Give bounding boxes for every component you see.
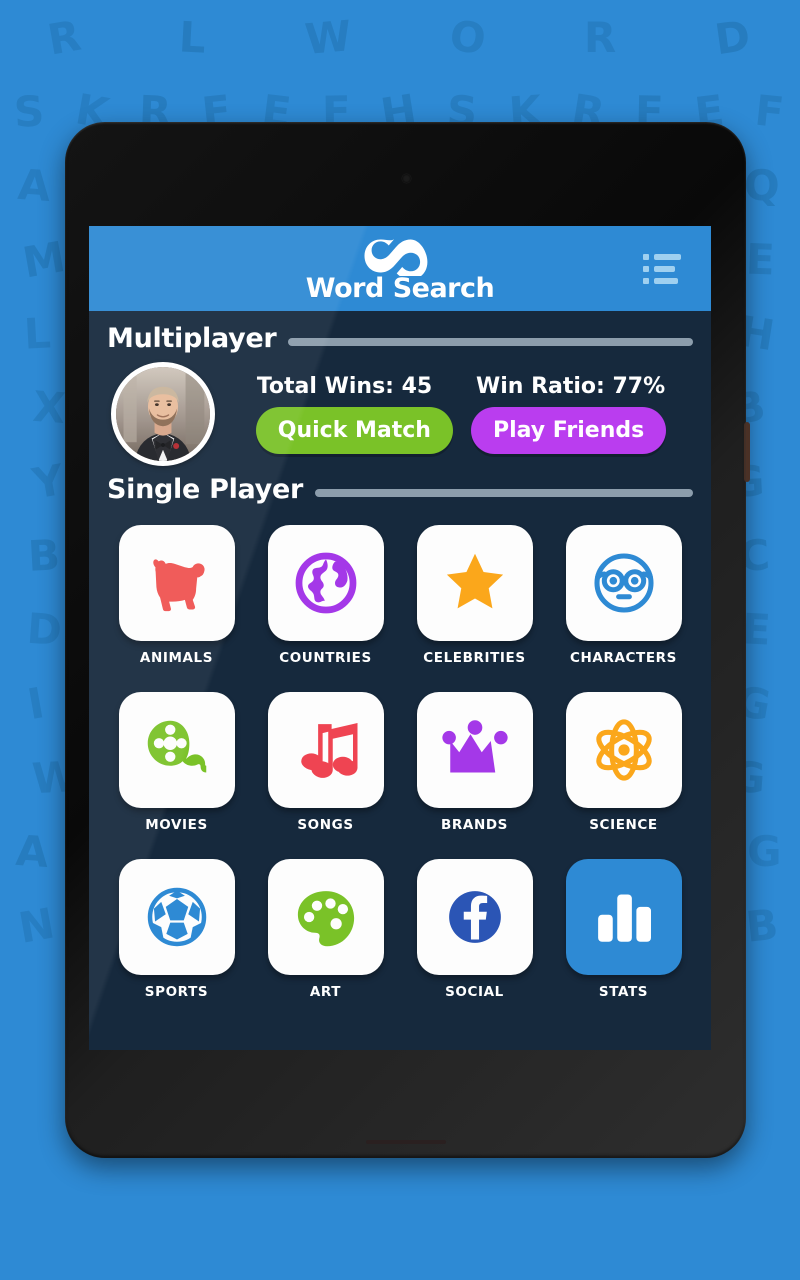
- category-tile[interactable]: [118, 859, 235, 975]
- category-tile[interactable]: [416, 692, 533, 808]
- category-tile[interactable]: [267, 525, 384, 641]
- soccer-ball-icon: [141, 881, 213, 953]
- category-label: SCIENCE: [589, 817, 658, 833]
- category-tile[interactable]: [118, 525, 235, 641]
- app-logo: Word Search: [305, 236, 495, 304]
- palette-icon: [290, 881, 362, 953]
- screenshot-root: RLWORDSKRFEFHSKRFEFAETAICTAICTQMKOASEDOI…: [0, 0, 800, 1280]
- multiplayer-buttons: Quick Match Play Friends: [229, 407, 693, 454]
- total-wins-stat: Total Wins: 45: [256, 374, 433, 399]
- category-label: CHARACTERS: [570, 650, 677, 666]
- category-label: MOVIES: [145, 817, 208, 833]
- category-social[interactable]: SOCIAL: [411, 859, 538, 1000]
- star-icon: [439, 547, 511, 619]
- app-content: Multiplayer Total Wins: 45 Win Ratio: 77…: [89, 311, 711, 1000]
- category-label: BRANDS: [441, 817, 508, 833]
- category-movies[interactable]: MOVIES: [113, 692, 240, 833]
- infinity-icon: [358, 236, 442, 279]
- category-label: ART: [309, 984, 342, 1000]
- category-songs[interactable]: SONGS: [262, 692, 389, 833]
- category-brands[interactable]: BRANDS: [411, 692, 538, 833]
- category-tile[interactable]: [565, 692, 682, 808]
- dog-icon: [141, 547, 213, 619]
- single-player-section-header: Single Player: [107, 474, 693, 505]
- win-ratio-stat: Win Ratio: 77%: [475, 374, 666, 399]
- user-photo-avatar: [116, 367, 210, 461]
- app-title: Word Search: [305, 272, 495, 304]
- category-animals[interactable]: ANIMALS: [113, 525, 240, 666]
- category-tile[interactable]: [267, 859, 384, 975]
- category-label: SONGS: [297, 817, 354, 833]
- bar-chart-icon: [588, 881, 660, 953]
- app-header: Word Search: [89, 226, 711, 311]
- category-grid: ANIMALS COUNTRIES CELEBRITIES CHARACTERS MOV…: [107, 507, 693, 1000]
- category-science[interactable]: SCIENCE: [560, 692, 687, 833]
- category-tile[interactable]: [565, 525, 682, 641]
- multiplayer-details: Total Wins: 45 Win Ratio: 77% Quick Matc…: [229, 374, 693, 454]
- section-divider: [314, 488, 693, 497]
- category-label: COUNTRIES: [279, 650, 372, 666]
- category-countries[interactable]: COUNTRIES: [262, 525, 389, 666]
- category-label: SPORTS: [144, 984, 209, 1000]
- music-notes-icon: [290, 714, 362, 786]
- multiplayer-title: Multiplayer: [107, 323, 277, 354]
- crown-icon: [439, 714, 511, 786]
- category-art[interactable]: ART: [262, 859, 389, 1000]
- play-friends-button[interactable]: Play Friends: [470, 407, 667, 454]
- atom-icon: [588, 714, 660, 786]
- front-camera-icon: [401, 174, 411, 183]
- multiplayer-stats: Total Wins: 45 Win Ratio: 77%: [229, 374, 693, 399]
- single-player-title: Single Player: [107, 474, 303, 505]
- app-screen: Word Search Multiplayer Total Wins: 45 W…: [89, 226, 711, 1050]
- background-letter-row: RLWORD: [44, 9, 755, 65]
- category-tile[interactable]: [416, 525, 533, 641]
- quick-match-button[interactable]: Quick Match: [255, 407, 453, 454]
- category-label: STATS: [598, 984, 649, 1000]
- facebook-icon: [439, 881, 511, 953]
- category-label: ANIMALS: [139, 650, 214, 666]
- category-celebrities[interactable]: CELEBRITIES: [411, 525, 538, 666]
- section-divider: [288, 337, 693, 346]
- category-sports[interactable]: SPORTS: [113, 859, 240, 1000]
- category-tile[interactable]: [416, 859, 533, 975]
- avatar[interactable]: [111, 362, 215, 466]
- speaker-grille: [365, 1140, 446, 1144]
- multiplayer-section-header: Multiplayer: [107, 323, 693, 354]
- nerd-face-icon: [588, 547, 660, 619]
- list-menu-icon[interactable]: [643, 253, 681, 284]
- tablet-device: Word Search Multiplayer Total Wins: 45 W…: [65, 122, 750, 1158]
- multiplayer-panel: Total Wins: 45 Win Ratio: 77% Quick Matc…: [107, 356, 693, 468]
- globe-icon: [290, 547, 362, 619]
- power-button[interactable]: [744, 422, 750, 482]
- category-tile[interactable]: [565, 859, 682, 975]
- category-stats[interactable]: STATS: [560, 859, 687, 1000]
- film-reel-icon: [141, 714, 213, 786]
- category-label: CELEBRITIES: [423, 650, 526, 666]
- category-label: SOCIAL: [445, 984, 504, 1000]
- category-tile[interactable]: [118, 692, 235, 808]
- category-characters[interactable]: CHARACTERS: [560, 525, 687, 666]
- category-tile[interactable]: [267, 692, 384, 808]
